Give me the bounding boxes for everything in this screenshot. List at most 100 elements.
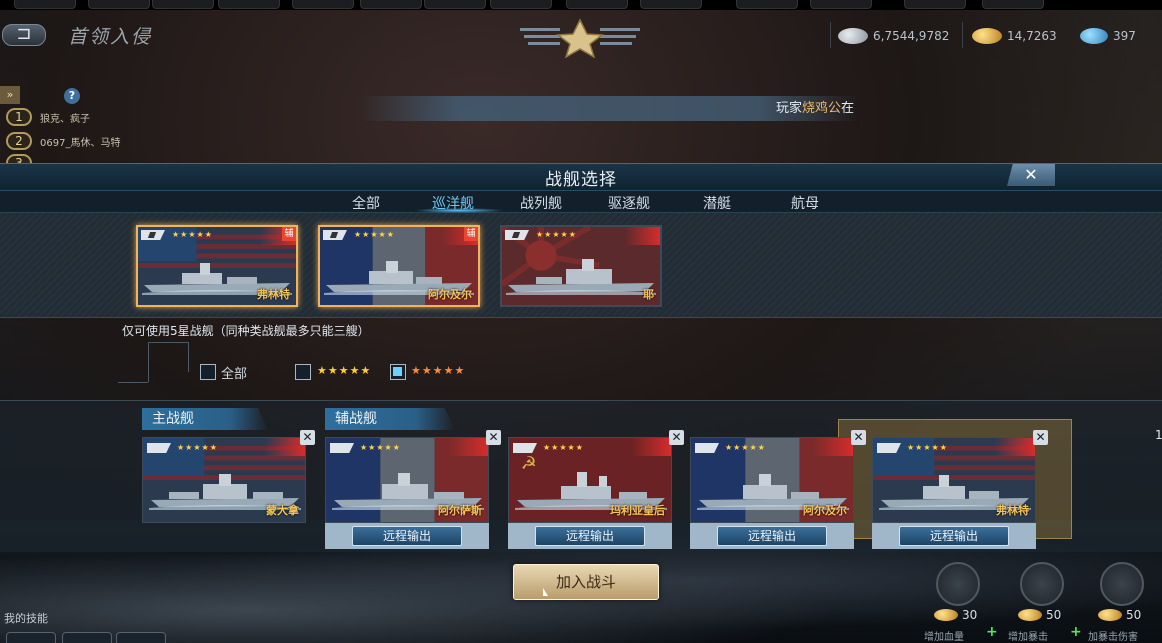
cost-value: 50 [1126, 608, 1142, 622]
support-ship-card[interactable]: ★★★★★ 阿尔及尔 [690, 437, 854, 523]
ship-name: 阿尔及尔 [428, 288, 472, 301]
trident-emblem-icon [1100, 562, 1144, 606]
tree-line [118, 382, 148, 383]
boost-crit-damage[interactable]: 50 加暴击伤害 [1088, 560, 1162, 643]
help-icon[interactable]: ? [64, 88, 80, 104]
ship-name: 弗林特 [996, 504, 1029, 517]
plus-icon[interactable]: + [986, 624, 998, 640]
rarity-corner [995, 438, 1035, 456]
top-menu-strip [0, 0, 1162, 10]
boost-cost: 50 [1018, 608, 1061, 622]
remove-main-ship-button[interactable]: ✕ [300, 430, 315, 445]
top-menu-item[interactable] [566, 0, 628, 9]
boost-crit[interactable]: 50 增加暴击 + [1008, 560, 1084, 643]
gold-currency: 14,7263 [972, 28, 1057, 44]
support-ship-card[interactable]: ★★★★★ 阿尔萨斯 [325, 437, 489, 523]
filter-stars-checkbox-checked[interactable] [390, 364, 406, 380]
back-button[interactable]: ⊐ [2, 24, 46, 46]
plus-icon[interactable]: + [1070, 624, 1082, 640]
support-ship-label: 辅战舰 [325, 408, 455, 430]
role-button[interactable]: 远程输出 [352, 526, 462, 546]
support-ship-card[interactable]: ★★★★★ 弗林特 [872, 437, 1036, 523]
rarity-corner [631, 438, 671, 456]
filter-all-checkbox[interactable] [200, 364, 216, 380]
broadcast-marquee: 玩家烧鸡公在 [358, 96, 858, 121]
ship-name: 弗林特 [257, 288, 290, 301]
star-rating: ★★★★★ [543, 443, 584, 452]
top-menu-item[interactable] [640, 0, 702, 9]
marquee-prefix: 玩家 [775, 101, 802, 116]
filter-stars-checkbox[interactable] [295, 364, 311, 380]
gem-amount: 397 [1113, 29, 1136, 43]
close-icon: ✕ [1024, 165, 1038, 184]
star-rating: ★★★★★ [907, 443, 948, 452]
boost-cost: 50 [1098, 608, 1141, 622]
ship-card-algerie[interactable]: ★★★★★ 辅 阿尔及尔 [318, 225, 480, 307]
remove-ship-button[interactable]: ✕ [669, 430, 684, 445]
star-rating: ★★★★★ [172, 230, 213, 239]
tree-line [148, 342, 149, 382]
ranking-toggle-button[interactable]: » [0, 86, 20, 104]
main-ship-card[interactable]: ★★★★★ 蒙大拿 [142, 437, 306, 523]
remove-ship-button[interactable]: ✕ [851, 430, 866, 445]
top-menu-item[interactable] [14, 0, 76, 9]
close-icon: ✕ [1035, 430, 1046, 444]
rarity-corner [624, 227, 660, 245]
close-button[interactable]: ✕ [1007, 164, 1055, 186]
filter-star-rating: ★★★★★ [411, 364, 466, 377]
top-menu-item[interactable] [490, 0, 552, 9]
tab-battleship[interactable]: 战列舰 [520, 193, 562, 213]
marquee-suffix: 在 [840, 101, 854, 116]
warship-icon [506, 259, 656, 295]
expand-icon: » [6, 88, 14, 101]
top-menu-item[interactable] [904, 0, 966, 9]
ship-card-flint[interactable]: ★★★★★ 辅 弗林特 [136, 225, 298, 307]
top-menu-item[interactable] [152, 0, 214, 9]
top-menu-item[interactable] [360, 0, 422, 9]
gold-coins-icon [1018, 609, 1042, 621]
tab-all[interactable]: 全部 [352, 193, 380, 213]
top-menu-item[interactable] [736, 0, 798, 9]
star-rating: ★★★★★ [177, 443, 218, 452]
filter-all-label: 全部 [221, 367, 248, 382]
ranking-row: 1 狼克、疯子 [6, 108, 90, 126]
skill-slot[interactable] [116, 632, 166, 643]
top-menu-item[interactable] [982, 0, 1044, 9]
tab-destroyer[interactable]: 驱逐舰 [608, 193, 650, 213]
top-menu-item[interactable] [218, 0, 280, 9]
silver-coins-icon [838, 28, 868, 44]
star-rating: ★★★★★ [536, 230, 577, 239]
winged-star-emblem-icon [520, 18, 640, 58]
top-menu-item[interactable] [424, 0, 486, 9]
skill-slot[interactable] [6, 632, 56, 643]
remove-ship-button[interactable]: ✕ [1033, 430, 1048, 445]
join-battle-button[interactable]: 加入战斗 [513, 564, 659, 600]
ship-name: 蒙大拿 [266, 504, 299, 517]
edge-text: 1 [1155, 428, 1162, 442]
gold-coins-icon [972, 28, 1002, 44]
role-button[interactable]: 远程输出 [717, 526, 827, 546]
support-ship-card[interactable]: ☭ ★★★★★ 玛利亚皇后 [508, 437, 672, 523]
top-menu-item[interactable] [292, 0, 354, 9]
boost-health[interactable]: 30 增加血量 + [924, 560, 1000, 643]
boost-label: 增加暴击 [1008, 632, 1048, 643]
rarity-corner [265, 438, 305, 456]
rarity-corner [813, 438, 853, 456]
ship-card-third[interactable]: ★★★★★ 耶 [500, 225, 662, 307]
star-rating: ★★★★★ [354, 230, 395, 239]
tree-line [148, 342, 188, 343]
rank-number: 2 [6, 132, 32, 150]
ship-name: 玛利亚皇后 [610, 504, 665, 517]
skill-slot[interactable] [62, 632, 112, 643]
ranking-row: 2 0697_馬休、马特 [6, 132, 120, 150]
tab-submarine[interactable]: 潜艇 [703, 193, 731, 213]
blue-gem-icon [1080, 28, 1108, 44]
boost-label: 增加血量 [924, 632, 964, 643]
tab-carrier[interactable]: 航母 [791, 193, 819, 213]
remove-ship-button[interactable]: ✕ [486, 430, 501, 445]
role-button[interactable]: 远程输出 [535, 526, 645, 546]
top-menu-item[interactable] [88, 0, 150, 9]
role-button[interactable]: 远程输出 [899, 526, 1009, 546]
divider [830, 22, 831, 48]
top-menu-item[interactable] [810, 0, 872, 9]
